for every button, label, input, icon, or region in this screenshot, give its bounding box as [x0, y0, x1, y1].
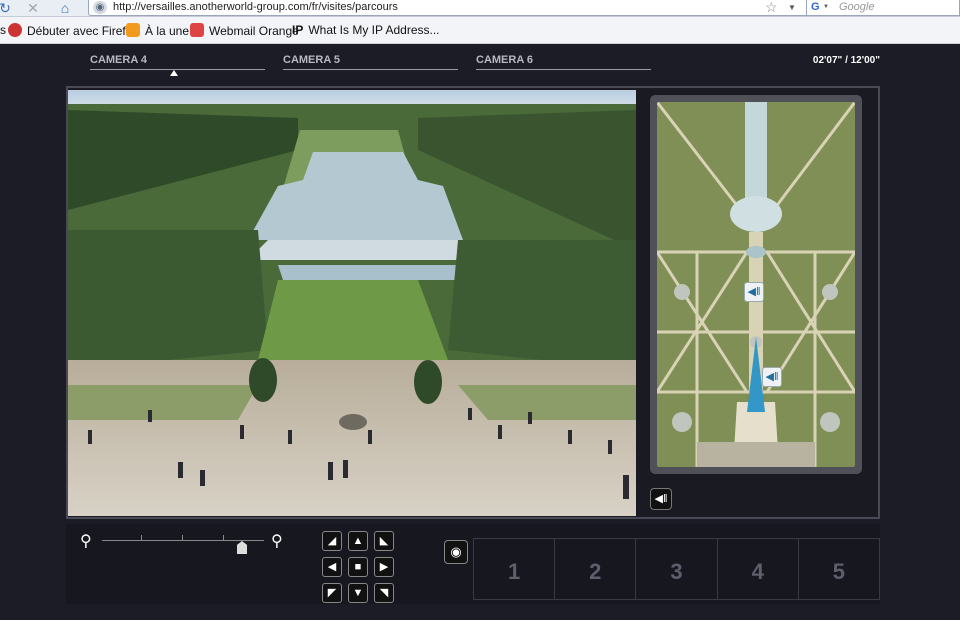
snapshot-slot[interactable]: 3 — [636, 539, 718, 599]
firefox-icon — [8, 23, 22, 37]
snapshot-slots: 1 2 3 4 5 — [473, 538, 880, 600]
pan-up-left-button[interactable]: ◢ — [322, 531, 342, 551]
zoom-tick — [223, 535, 224, 541]
reload-icon[interactable]: ↻ — [0, 0, 16, 16]
pan-up-button[interactable]: ▲ — [348, 531, 368, 551]
snapshot-slot[interactable]: 4 — [718, 539, 799, 599]
pan-down-left-button[interactable]: ◤ — [322, 583, 342, 603]
browser-navigation-bar: ↻ ✕ ⌂ ◉ http://versailles.anotherworld-g… — [0, 0, 960, 17]
bookmark-label: Débuter avec Firefox — [27, 24, 139, 38]
active-tab-indicator — [170, 70, 178, 76]
bookmark-what-is-my-ip[interactable]: IP What Is My IP Address... — [292, 23, 440, 37]
snapshot-slot[interactable]: 5 — [799, 539, 879, 599]
tab-camera-6[interactable]: CAMERA 6 — [476, 52, 651, 70]
tab-label: CAMERA 6 — [476, 54, 534, 66]
search-input[interactable]: Google — [839, 1, 874, 13]
pan-left-button[interactable]: ◀ — [322, 557, 342, 577]
bookmark-overflow-fragment[interactable]: s — [0, 23, 6, 37]
bookmark-star-icon[interactable]: ☆ — [765, 0, 778, 16]
snapshot-slot[interactable]: 1 — [474, 539, 556, 599]
stop-button[interactable]: ■ — [348, 557, 368, 577]
bookmark-label: What Is My IP Address... — [308, 23, 440, 37]
search-engine-icon[interactable]: G — [811, 1, 820, 13]
site-identity-icon[interactable]: ◉ — [93, 1, 107, 14]
snapshot-slot[interactable]: 2 — [555, 539, 637, 599]
tab-label: CAMERA 4 — [90, 54, 148, 66]
bookmark-label: À la une — [145, 24, 190, 38]
zoom-tick — [141, 535, 142, 541]
camera-video-view[interactable] — [68, 90, 636, 516]
zoom-in-icon[interactable]: ⚲ — [271, 534, 287, 550]
gardens-video-image — [68, 90, 636, 516]
ip-icon: IP — [292, 23, 304, 37]
zoom-tick — [182, 535, 183, 541]
url-dropdown-icon[interactable]: ▼ — [788, 0, 796, 16]
bookmark-debuter-firefox[interactable]: Débuter avec Firefox — [8, 23, 138, 38]
tab-label: CAMERA 5 — [283, 54, 341, 66]
bookmark-webmail-orange[interactable]: Webmail Orange — [190, 23, 299, 38]
sound-toggle-button[interactable]: ◀‖ — [650, 488, 672, 510]
bookmarks-toolbar: s Débuter avec Firefox À la une Webmail … — [0, 17, 960, 44]
audio-point-icon[interactable]: ◀‖ — [744, 282, 764, 302]
search-engine-dropdown-icon[interactable]: ▼ — [823, 4, 829, 10]
playback-time: 02'07" / 12'00" — [812, 55, 880, 66]
tab-camera-4[interactable]: CAMERA 4 — [90, 52, 265, 70]
pan-down-right-button[interactable]: ◥ — [374, 583, 394, 603]
address-bar-url: http://versailles.anotherworld-group.com… — [113, 1, 398, 13]
bookmark-label: Webmail Orange — [209, 24, 299, 38]
zoom-slider-track[interactable] — [102, 540, 264, 541]
audio-point-icon[interactable]: ◀‖ — [762, 367, 782, 387]
zoom-out-icon[interactable]: ⚲ — [80, 534, 96, 550]
home-icon[interactable]: ⌂ — [54, 0, 76, 16]
pan-down-button[interactable]: ▼ — [348, 583, 368, 603]
stop-icon[interactable]: ✕ — [22, 0, 44, 16]
pan-up-right-button[interactable]: ◣ — [374, 531, 394, 551]
search-box[interactable]: G ▼ Google — [806, 0, 960, 16]
tab-camera-5[interactable]: CAMERA 5 — [283, 52, 458, 70]
garden-map-panel: ◀‖ ◀‖ — [650, 95, 862, 474]
snapshot-camera-icon[interactable]: ◉ — [444, 540, 468, 564]
pan-right-button[interactable]: ▶ — [374, 557, 394, 577]
address-bar[interactable]: ◉ http://versailles.anotherworld-group.c… — [88, 0, 808, 16]
garden-map[interactable]: ◀‖ ◀‖ — [657, 102, 855, 467]
rss-icon — [126, 23, 140, 37]
webmail-icon — [190, 23, 204, 37]
bookmark-a-la-une[interactable]: À la une — [126, 23, 189, 38]
